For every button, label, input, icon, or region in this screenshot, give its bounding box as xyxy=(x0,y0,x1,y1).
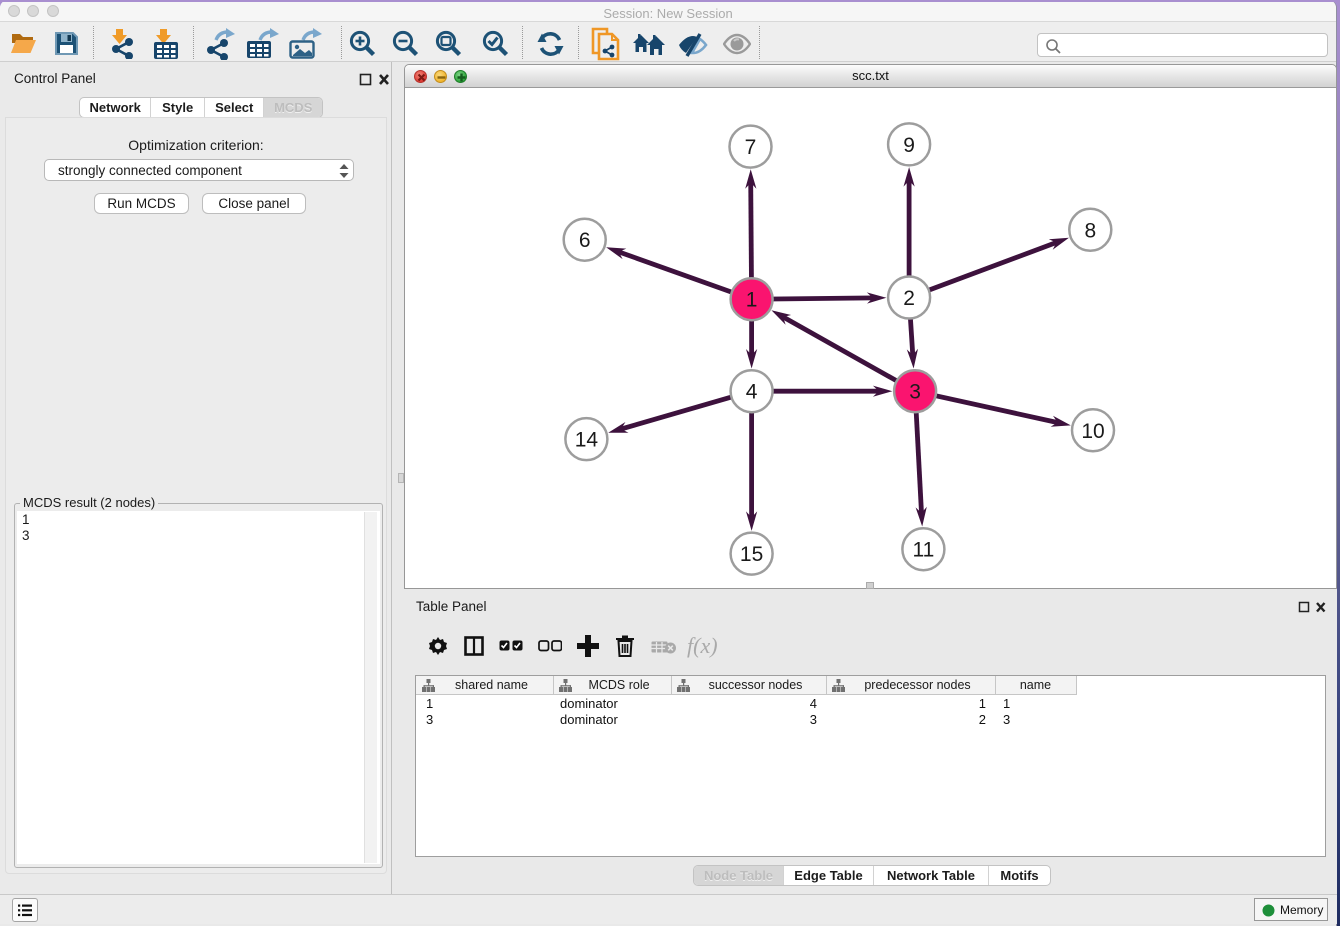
svg-text:3: 3 xyxy=(909,381,921,404)
svg-text:7: 7 xyxy=(745,136,757,159)
svg-text:9: 9 xyxy=(903,134,915,157)
svg-text:8: 8 xyxy=(1084,219,1096,242)
svg-text:2: 2 xyxy=(903,287,915,310)
svg-text:1: 1 xyxy=(746,289,758,312)
svg-text:10: 10 xyxy=(1081,420,1104,443)
svg-text:15: 15 xyxy=(740,543,763,566)
svg-text:6: 6 xyxy=(579,229,591,252)
svg-text:14: 14 xyxy=(575,429,599,452)
svg-text:4: 4 xyxy=(746,381,758,404)
svg-text:11: 11 xyxy=(912,539,934,562)
